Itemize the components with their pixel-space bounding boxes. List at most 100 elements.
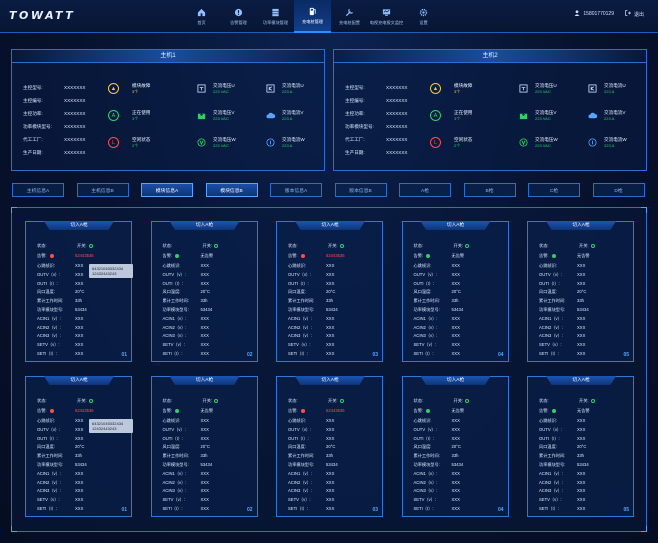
module-card[interactable]: 切入A枪 状态: 开关: 告警: 无告警 心跳帧识: XXX OUTV（v）: XXX OUTI（… bbox=[401, 221, 509, 362]
card-row-seti: SETI（I）: XXX bbox=[288, 506, 334, 512]
alarm-label: 告警: bbox=[162, 408, 173, 413]
row-label: 累计工作时间: bbox=[162, 453, 189, 459]
module-card[interactable]: 切入A枪 状态: 开关: 告警: 52443536 心跳帧识: XXX OUTV（v）: XXX… bbox=[25, 376, 133, 517]
row-value: 20°C bbox=[577, 444, 587, 450]
alarm-value[interactable]: 52443536 bbox=[75, 408, 94, 413]
power-icon[interactable] bbox=[214, 243, 219, 248]
power-icon[interactable] bbox=[465, 243, 470, 248]
tab-2[interactable]: 模块信息A bbox=[141, 183, 193, 197]
card-alarm-row: 告警: 52443536 bbox=[37, 253, 94, 259]
voltage-icon bbox=[197, 138, 206, 147]
nav-item-3[interactable]: 充电桩管理 bbox=[294, 0, 331, 33]
power-icon[interactable] bbox=[339, 243, 344, 248]
module-card[interactable]: 切入A枪 状态: 开关: 告警: 无告警 心跳帧识: XXX OUTV（v）: XXX OUTI（… bbox=[527, 376, 634, 517]
module-card[interactable]: 切入A枪 状态: 开关: 告警: 无告警 心跳帧识: XXX OUTV（v）: XXX OUTI（… bbox=[150, 376, 258, 517]
row-label: SETI（I）: bbox=[539, 506, 560, 511]
card-row-outi: OUTI（I）: XXX bbox=[539, 281, 585, 287]
module-card[interactable]: 切入A枪 状态: 开关: 告警: 无告警 心跳帧识: XXX OUTV（v）: XXX OUTI（… bbox=[150, 221, 258, 362]
tab-5[interactable]: 版本信息B bbox=[334, 183, 387, 197]
power-icon[interactable] bbox=[590, 243, 595, 248]
status-label: 状态: bbox=[288, 398, 298, 403]
nav-item-5[interactable]: 电视充电报文监控 bbox=[368, 0, 405, 33]
card-row-seti: SETI（I）: XXX bbox=[37, 506, 83, 512]
row-label: ACIN1（v）: bbox=[162, 315, 187, 321]
logout-button[interactable]: 退出 bbox=[625, 10, 644, 18]
row-value: XXX bbox=[75, 479, 84, 485]
row-label: SETV（v）: bbox=[539, 497, 562, 503]
app-logo: TOWATT bbox=[9, 9, 76, 22]
row-label: SETV（v）: bbox=[37, 342, 60, 348]
power-icon[interactable] bbox=[465, 398, 470, 403]
row-value: XXX bbox=[75, 315, 84, 321]
user-info[interactable]: 15801770129 bbox=[574, 10, 614, 18]
switch-label: 开关: bbox=[453, 243, 464, 248]
row-label: 累计工作时间: bbox=[539, 453, 566, 459]
power-icon[interactable] bbox=[88, 398, 93, 403]
alarm-fault-icon bbox=[49, 253, 54, 258]
tab-4[interactable]: 版本信息A bbox=[270, 183, 322, 197]
nav-item-label: 首页 bbox=[197, 19, 206, 25]
row-value: 33h bbox=[75, 298, 82, 304]
status-label: 模块故障 bbox=[132, 83, 151, 88]
user-icon bbox=[574, 10, 580, 18]
tab-0[interactable]: 主机信息A bbox=[12, 183, 64, 197]
power-icon[interactable] bbox=[339, 398, 344, 403]
nav-item-4[interactable]: 充电桩配置 bbox=[331, 0, 368, 33]
row-value: XXX bbox=[451, 426, 460, 432]
meter-value: 223 VAC bbox=[535, 143, 551, 148]
alarm-value[interactable]: 52443536 bbox=[326, 408, 345, 413]
row-value: 33h bbox=[451, 453, 459, 459]
power-icon[interactable] bbox=[590, 398, 595, 403]
card-row-seti: SETI（I）: XXX bbox=[414, 506, 460, 512]
tab-3[interactable]: 模块信息B bbox=[205, 183, 258, 197]
row-label: ACIN3（v）: bbox=[288, 488, 312, 494]
power-icon[interactable] bbox=[88, 243, 93, 248]
nav-item-1[interactable]: 告警管理 bbox=[220, 0, 257, 33]
row-value: XXX bbox=[75, 280, 84, 286]
row-value: XXX bbox=[200, 333, 209, 339]
status-count: 2个 bbox=[454, 143, 461, 148]
module-card[interactable]: 切入A枪 状态: 开关: 告警: 52443536 心跳帧识: XXX OUTV（v）: XXX… bbox=[276, 376, 383, 517]
row-label: ACIN2（v）: bbox=[288, 324, 312, 330]
tab-7[interactable]: B枪 bbox=[463, 183, 516, 197]
card-alarm-row: 告警: 52443536 bbox=[288, 408, 345, 414]
power-icon[interactable] bbox=[214, 398, 219, 403]
row-value: XXX bbox=[75, 470, 84, 476]
charger-icon bbox=[308, 7, 317, 16]
row-value: XXX bbox=[200, 479, 209, 485]
card-row-outv: OUTV（v）: XXX bbox=[162, 426, 209, 433]
tab-6[interactable]: A枪 bbox=[399, 183, 451, 197]
status-count: 3个 bbox=[132, 116, 139, 121]
row-label: 功率模块型号: bbox=[539, 462, 566, 467]
tab-9[interactable]: D枪 bbox=[592, 183, 645, 197]
tab-8[interactable]: C枪 bbox=[528, 183, 580, 197]
row-value: XXX bbox=[200, 271, 209, 277]
card-row-seti: SETI（I）: XXX bbox=[163, 506, 209, 512]
row-label: OUTV（v）: bbox=[162, 426, 186, 432]
row-label: 功率模块型号: bbox=[162, 462, 189, 467]
module-card[interactable]: 切入A枪 状态: 开关: 告警: 无告警 心跳帧识: XXX OUTV（v）: XXX OUTI（… bbox=[527, 221, 634, 362]
nav-item-0[interactable]: 首页 bbox=[183, 0, 220, 33]
meter-label: 交流电压V bbox=[213, 110, 235, 115]
row-label: SETI（I）: bbox=[539, 351, 560, 356]
switch-label: 开关: bbox=[77, 398, 87, 403]
host-field: 主控功率: XXXXXXX bbox=[23, 111, 85, 117]
alarm-value[interactable]: 52443536 bbox=[326, 253, 345, 258]
host-field-label: 主控功率: bbox=[23, 111, 43, 116]
nav-item-2[interactable]: 功率模块管理 bbox=[257, 0, 294, 33]
switch-label: 开关: bbox=[328, 398, 338, 403]
row-label: ACIN2（v）: bbox=[539, 479, 563, 485]
module-card[interactable]: 切入A枪 状态: 开关: 告警: 无告警 心跳帧识: XXX OUTV（v）: XXX OUTI（… bbox=[401, 376, 509, 517]
nav-item-6[interactable]: 设置 bbox=[405, 0, 442, 33]
tab-1[interactable]: 主机信息B bbox=[76, 183, 129, 197]
module-card[interactable]: 切入A枪 状态: 开关: 告警: 52443536 心跳帧识: XXX OUTV（v）: XXX… bbox=[25, 221, 133, 362]
alarm-fault-icon bbox=[300, 253, 305, 258]
row-value: XXX bbox=[326, 342, 335, 348]
row-label: 风口温度: bbox=[37, 444, 55, 450]
card-row-worktime: 累计工作时间: 33h bbox=[162, 453, 208, 459]
module-card[interactable]: 切入A枪 状态: 开关: 告警: 52443536 心跳帧识: XXX OUTV（v）: XXX… bbox=[276, 221, 383, 362]
alarm-value[interactable]: 52443536 bbox=[75, 253, 94, 258]
card-row-module_no: 功率模块型号: 53434 bbox=[162, 462, 213, 468]
row-label: ACIN3（v）: bbox=[539, 333, 563, 339]
card-row-heartbeat: 心跳帧识: XXX bbox=[539, 418, 585, 424]
